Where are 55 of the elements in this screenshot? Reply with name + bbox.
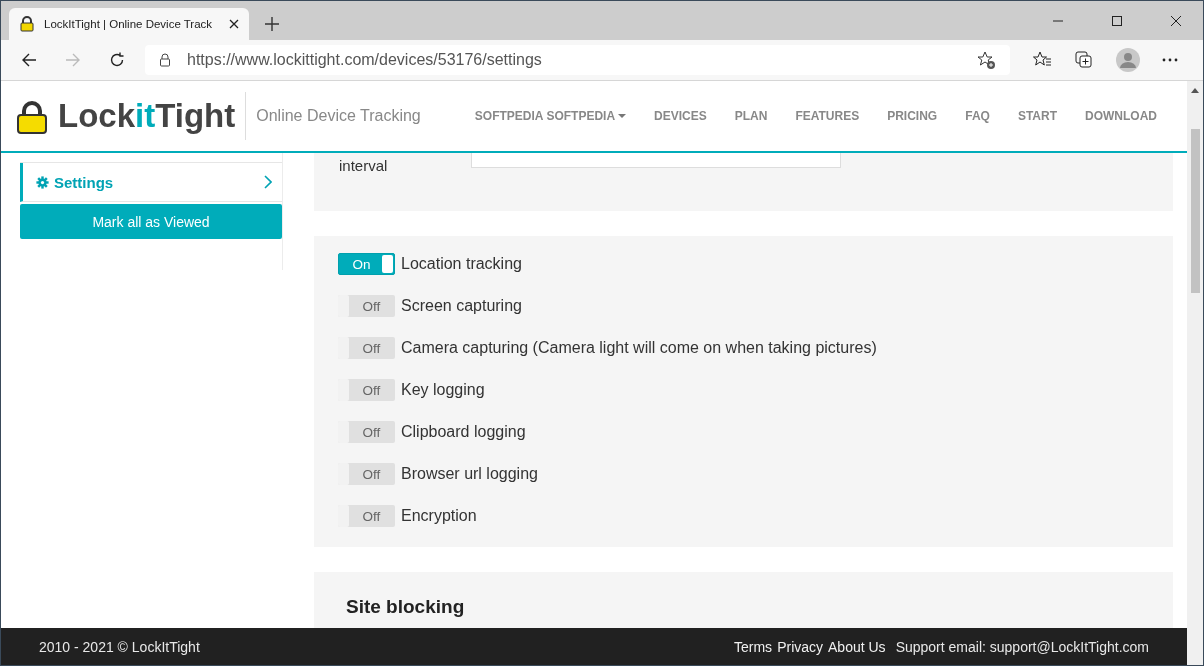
tab-title: LockItTight | Online Device Track xyxy=(44,18,214,30)
address-bar[interactable]: https://www.lockittight.com/devices/53176/settings xyxy=(145,45,1010,75)
nav-link[interactable]: DOWNLOAD xyxy=(1085,109,1157,123)
toggle-switch[interactable]: Off xyxy=(338,379,395,401)
copyright-text: 2010 - 2021 © LockItTight xyxy=(39,638,200,655)
toggle-switch[interactable]: On xyxy=(338,253,395,275)
collections-icon[interactable] xyxy=(1074,50,1094,70)
close-icon[interactable] xyxy=(229,19,239,29)
padlock-logo-icon xyxy=(16,101,48,135)
gear-icon xyxy=(36,175,49,189)
nav-link[interactable]: FAQ xyxy=(965,109,990,123)
interval-field[interactable] xyxy=(471,153,841,168)
mark-all-viewed-button[interactable]: Mark all as Viewed xyxy=(20,204,282,239)
toggle-switch[interactable]: Off xyxy=(338,463,395,485)
nav-link[interactable]: START xyxy=(1017,109,1057,123)
toggle-switch[interactable]: Off xyxy=(338,295,395,317)
back-icon[interactable] xyxy=(21,52,37,68)
support-email-text: Support email: support@LockItTight.com xyxy=(895,638,1149,655)
new-tab-icon[interactable] xyxy=(265,17,279,31)
toggle-switch[interactable]: Off xyxy=(338,505,395,527)
site-tagline: Online Device Tracking xyxy=(256,107,421,125)
section-heading: Site blocking xyxy=(346,596,465,617)
scroll-up-icon[interactable] xyxy=(1191,88,1199,93)
toggle-label: Camera capturing (Camera light will come on when taking pictures) xyxy=(401,339,877,357)
toggle-label: Key logging xyxy=(401,381,485,399)
nav-link[interactable]: PRICING xyxy=(887,109,938,123)
footer-link[interactable]: Privacy xyxy=(777,638,824,655)
refresh-icon[interactable] xyxy=(109,52,125,68)
nav-link[interactable]: PLAN xyxy=(734,109,768,123)
toggle-label: Location tracking xyxy=(401,255,522,273)
toggle-label: Screen capturing xyxy=(401,297,522,315)
toggle-label: Clipboard logging xyxy=(401,423,526,441)
toggle-label: Encryption xyxy=(401,507,477,525)
lock-icon xyxy=(159,53,171,67)
url-text: https://www.lockittight.com/devices/53176/settings xyxy=(187,51,542,69)
nav-link[interactable]: SOFTPEDIA SOFTPEDIA xyxy=(474,109,627,123)
more-icon[interactable] xyxy=(1162,58,1178,62)
interval-label: interval xyxy=(339,157,389,174)
browser-tab[interactable]: LockItTight | Online Device Track xyxy=(9,8,249,40)
add-favorite-icon[interactable] xyxy=(976,50,996,70)
scrollbar[interactable] xyxy=(1187,81,1203,665)
nav-link[interactable]: DEVICES xyxy=(654,109,707,123)
toggle-switch[interactable]: Off xyxy=(338,337,395,359)
footer-link[interactable]: Terms xyxy=(734,638,773,655)
footer-link[interactable]: About Us xyxy=(828,638,886,655)
close-icon[interactable] xyxy=(1171,15,1181,26)
padlock-icon xyxy=(19,16,35,32)
site-logo[interactable]: LockitTight xyxy=(58,92,247,140)
maximize-icon[interactable] xyxy=(1112,15,1122,26)
profile-avatar[interactable] xyxy=(1116,48,1140,72)
toggle-label: Browser url logging xyxy=(401,465,538,483)
nav-link[interactable]: FEATURES xyxy=(795,109,860,123)
chevron-right-icon xyxy=(264,175,272,189)
toggle-switch[interactable]: Off xyxy=(338,421,395,443)
scroll-thumb[interactable] xyxy=(1190,129,1200,293)
